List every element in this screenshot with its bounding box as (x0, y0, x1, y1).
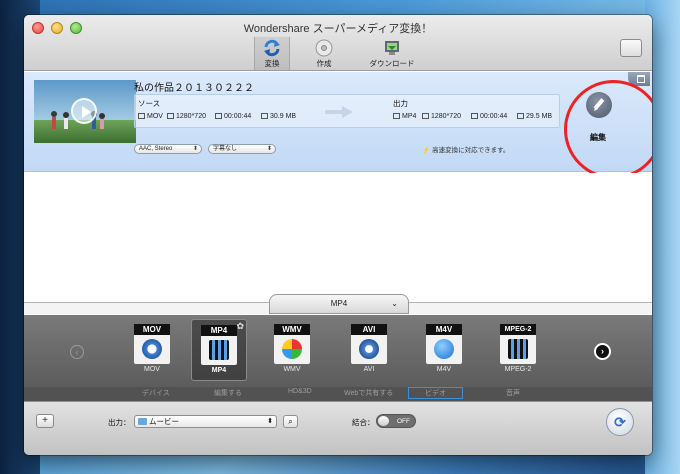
mp4-icon: MP4 (201, 325, 237, 365)
toolbar-create-button[interactable]: 作成 (294, 37, 354, 71)
notes-icon[interactable] (620, 39, 642, 57)
toolbar-download-label: ダウンロード (369, 59, 415, 68)
clock-icon (471, 113, 478, 120)
disc-icon (315, 39, 333, 57)
merge-label: 結合： (352, 418, 375, 427)
convert-arrow-icon (325, 106, 353, 118)
category-audio[interactable]: 音声 (506, 388, 520, 398)
output-format-bar: MP4 ⌄ (24, 294, 652, 314)
toolbar-convert-label: 変換 (264, 59, 280, 68)
add-file-button[interactable]: + (36, 414, 54, 428)
category-device[interactable]: デバイス (142, 388, 170, 398)
convert-icon (264, 39, 280, 57)
format-name: MP4 (211, 367, 227, 374)
audio-select[interactable]: AAC, Stereo ⬍ (134, 144, 202, 154)
source-size: 30.9 MB (261, 113, 296, 120)
subtitle-select-value: 字幕なし (213, 146, 238, 152)
resolution-icon (167, 113, 174, 120)
output-folder-select[interactable]: ムービー ⬍ (134, 415, 277, 428)
category-hd3d[interactable]: HD&3D (288, 388, 312, 395)
format-mpeg2[interactable]: MPEG-2 MPEG-2 (490, 319, 546, 381)
format-name: MPEG-2 (504, 366, 532, 373)
chevron-down-icon: ⬍ (266, 146, 272, 152)
lightning-icon: ⚡ (422, 147, 431, 154)
chevron-down-icon: ⬍ (192, 146, 198, 152)
category-video[interactable]: ビデオ (408, 387, 463, 399)
m4v-icon: M4V (426, 324, 462, 364)
format-icon (138, 113, 145, 120)
source-format: MOV (138, 113, 163, 120)
output-label: 出力 (393, 99, 408, 108)
output-folder-label: 出力： (108, 418, 131, 427)
chevron-down-icon: ⬍ (267, 418, 273, 425)
format-caption: M4V (426, 324, 462, 335)
format-caption: MP4 (201, 325, 237, 336)
output-format: MP4 (393, 113, 416, 120)
format-caption: MPEG-2 (500, 324, 536, 335)
wmv-icon: WMV (274, 324, 310, 364)
avi-icon: AVI (351, 324, 387, 364)
category-edit[interactable]: 編集する (214, 388, 242, 398)
search-icon[interactable]: ⌕ (283, 415, 298, 428)
output-format-tab[interactable]: MP4 ⌄ (269, 294, 409, 314)
output-resolution: 1280*720 (422, 113, 461, 120)
toolbar-convert-button[interactable]: 変換 (254, 37, 290, 70)
folder-icon (138, 418, 147, 425)
output-folder-value: ムービー (149, 417, 179, 426)
title-bar: Wondershare スーパーメディア変換！ 変換 作成 ダウンロード (24, 15, 652, 71)
format-caption: WMV (274, 324, 310, 335)
toggle-knob (378, 416, 389, 426)
merge-toggle[interactable]: OFF (376, 414, 416, 428)
filesize-icon (261, 113, 268, 120)
filesize-icon (517, 113, 524, 120)
format-categories: デバイス 編集する HD&3D Webで共有する ビデオ 音声 (24, 387, 652, 401)
format-caption: MOV (134, 324, 170, 335)
highlight-annotation (564, 80, 652, 179)
clock-icon (215, 113, 222, 120)
format-name: MOV (144, 366, 160, 373)
download-icon (385, 41, 399, 55)
format-name: WMV (283, 366, 301, 373)
window-title: Wondershare スーパーメディア変換！ (243, 23, 433, 35)
format-caption: AVI (351, 324, 387, 335)
source-resolution: 1280*720 (167, 113, 206, 120)
format-mov[interactable]: MOV MOV (124, 319, 180, 381)
format-avi[interactable]: AVI AVI (341, 319, 397, 381)
format-wmv[interactable]: WMV WMV (264, 319, 320, 381)
bottom-bar: + 出力： ムービー ⬍ ⌕ 結合： OFF ⟳ (24, 401, 652, 455)
output-format-current: MP4 (330, 299, 348, 308)
format-name: M4V (436, 366, 452, 373)
resolution-icon (422, 113, 429, 120)
merge-state: OFF (397, 418, 410, 425)
format-picker: ‹ MOV MOV ✿ MP4 MP4 WMV WMV AVI AVI M4V … (24, 315, 652, 387)
category-web[interactable]: Webで共有する (344, 388, 393, 398)
source-duration: 00:00:44 (215, 113, 251, 120)
file-item[interactable]: 私の作品２０１３０２２２ ソース MOV 1280*720 00:00:44 3… (24, 72, 652, 172)
format-m4v[interactable]: M4V M4V (416, 319, 472, 381)
file-list-empty-area (24, 173, 652, 303)
file-name: 私の作品２０１３０２２２ (134, 83, 254, 94)
format-name: AVI (363, 366, 375, 373)
toolbar-download-button[interactable]: ダウンロード (352, 37, 432, 71)
format-icon (393, 113, 400, 120)
play-icon[interactable] (71, 98, 97, 124)
audio-select-value: AAC, Stereo (139, 146, 173, 152)
file-info-panel: ソース MOV 1280*720 00:00:44 30.9 MB 出力 MP4… (134, 94, 560, 128)
convert-start-button[interactable]: ⟳ (606, 408, 634, 436)
app-window: Wondershare スーパーメディア変換！ 変換 作成 ダウンロード 私の作… (24, 15, 652, 455)
gear-icon[interactable]: ✿ (236, 321, 244, 332)
source-label: ソース (138, 99, 161, 108)
toolbar-create-label: 作成 (316, 59, 332, 68)
chevron-down-icon: ⌄ (391, 299, 398, 308)
prev-formats-button[interactable]: ‹ (70, 345, 84, 359)
format-mp4[interactable]: ✿ MP4 MP4 (191, 319, 247, 381)
subtitle-select[interactable]: 字幕なし ⬍ (208, 144, 276, 154)
mov-icon: MOV (134, 324, 170, 364)
video-thumbnail[interactable] (34, 80, 136, 143)
next-formats-button[interactable]: › (594, 343, 611, 360)
mpeg2-icon: MPEG-2 (500, 324, 536, 364)
output-size: 29.5 MB (517, 113, 552, 120)
output-duration: 00:00:44 (471, 113, 507, 120)
fast-convert-hint: ⚡ 高速変換に対応できます。 (422, 147, 510, 154)
